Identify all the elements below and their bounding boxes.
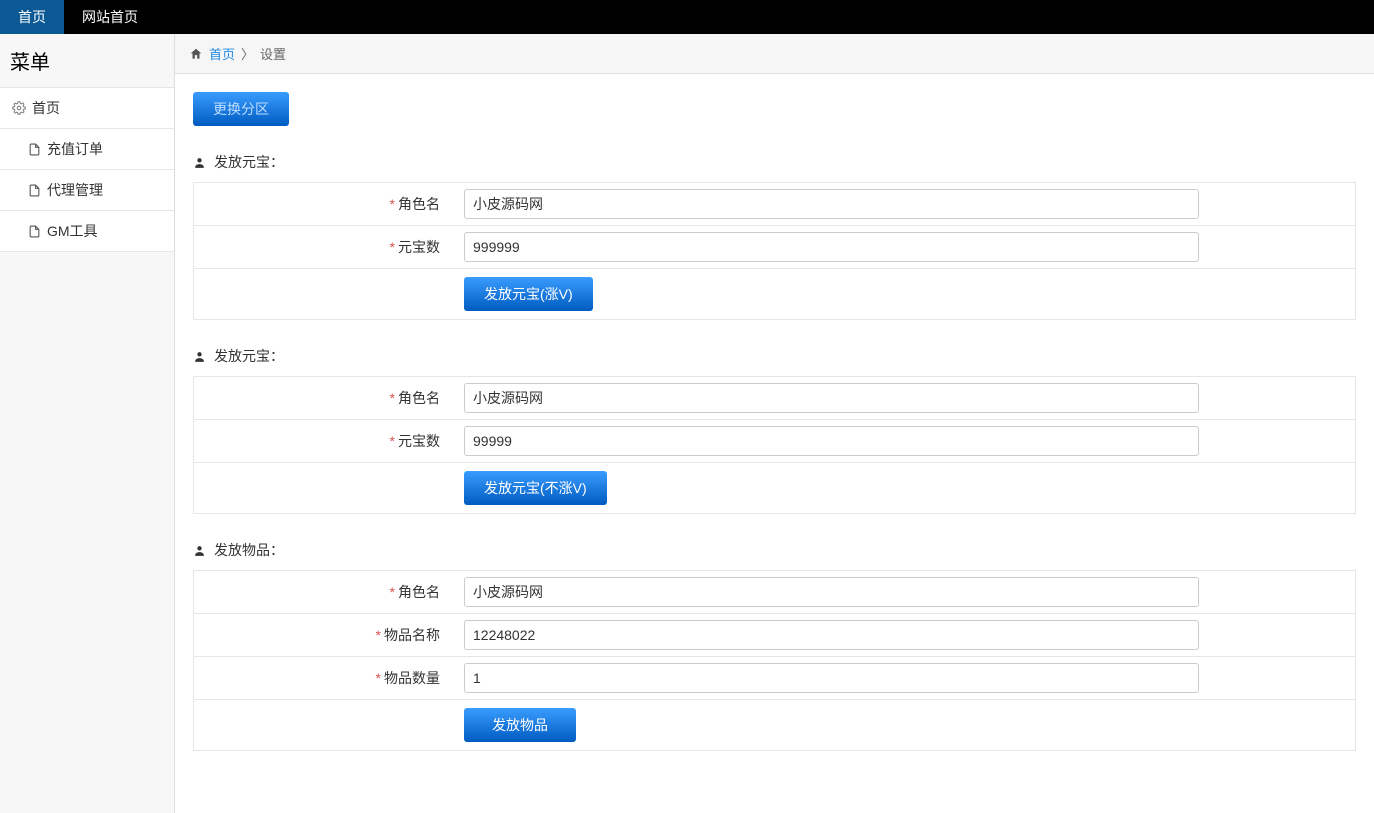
sidebar-item-label: 充值订单: [47, 139, 103, 159]
breadcrumb: 首页 〉 设置: [175, 34, 1374, 74]
field-label: 元宝数: [398, 237, 440, 257]
main-content: 首页 〉 设置 更换分区 发放元宝： *角色名 *元宝数: [175, 34, 1374, 813]
form-yuanbao-v: *角色名 *元宝数 发放元宝(涨V): [193, 182, 1356, 320]
file-icon: [28, 184, 41, 197]
sidebar: 菜单 首页 充值订单 代理管理: [0, 34, 175, 813]
field-label: 物品名称: [384, 625, 440, 645]
section-heading-yuanbao-v: 发放元宝：: [193, 152, 1356, 172]
switch-zone-button[interactable]: 更换分区: [193, 92, 289, 126]
field-label: 元宝数: [398, 431, 440, 451]
yuanbao-count-input[interactable]: [464, 232, 1199, 262]
form-items: *角色名 *物品名称 *物品数量 发放物品: [193, 570, 1356, 751]
section-title: 发放元宝：: [214, 152, 284, 172]
sidebar-item-home[interactable]: 首页: [0, 87, 174, 129]
yuanbao-count-input[interactable]: [464, 426, 1199, 456]
sidebar-item-gm-tools[interactable]: GM工具: [0, 211, 174, 252]
field-label: 角色名: [398, 582, 440, 602]
section-title: 发放物品：: [214, 540, 284, 560]
grant-yuanbao-nov-button[interactable]: 发放元宝(不涨V): [464, 471, 607, 505]
user-icon: [193, 350, 206, 363]
item-quantity-input[interactable]: [464, 663, 1199, 693]
sidebar-menu: 首页 充值订单 代理管理 GM工具: [0, 87, 174, 252]
sidebar-item-label: 首页: [32, 98, 60, 118]
sidebar-item-label: GM工具: [47, 221, 98, 241]
section-title: 发放元宝：: [214, 346, 284, 366]
sidebar-item-recharge-orders[interactable]: 充值订单: [0, 129, 174, 170]
sidebar-item-label: 代理管理: [47, 180, 103, 200]
file-icon: [28, 143, 41, 156]
breadcrumb-home-link[interactable]: 首页: [209, 44, 235, 63]
breadcrumb-current: 设置: [260, 44, 286, 63]
grant-yuanbao-v-button[interactable]: 发放元宝(涨V): [464, 277, 593, 311]
item-name-input[interactable]: [464, 620, 1199, 650]
field-label: 角色名: [398, 388, 440, 408]
sidebar-title: 菜单: [0, 34, 174, 87]
grant-item-button[interactable]: 发放物品: [464, 708, 576, 742]
top-nav: 首页 网站首页: [0, 0, 1374, 34]
breadcrumb-separator: 〉: [241, 44, 254, 63]
user-icon: [193, 544, 206, 557]
section-heading-yuanbao-nov: 发放元宝：: [193, 346, 1356, 366]
form-yuanbao-nov: *角色名 *元宝数 发放元宝(不涨V): [193, 376, 1356, 514]
role-name-input[interactable]: [464, 383, 1199, 413]
home-icon: [189, 47, 203, 61]
topnav-site-home[interactable]: 网站首页: [64, 0, 156, 34]
role-name-input[interactable]: [464, 189, 1199, 219]
topnav-home[interactable]: 首页: [0, 0, 64, 34]
sidebar-item-agent-management[interactable]: 代理管理: [0, 170, 174, 211]
gear-icon: [12, 101, 26, 115]
field-label: 物品数量: [384, 668, 440, 688]
section-heading-items: 发放物品：: [193, 540, 1356, 560]
role-name-input[interactable]: [464, 577, 1199, 607]
field-label: 角色名: [398, 194, 440, 214]
user-icon: [193, 156, 206, 169]
file-icon: [28, 225, 41, 238]
